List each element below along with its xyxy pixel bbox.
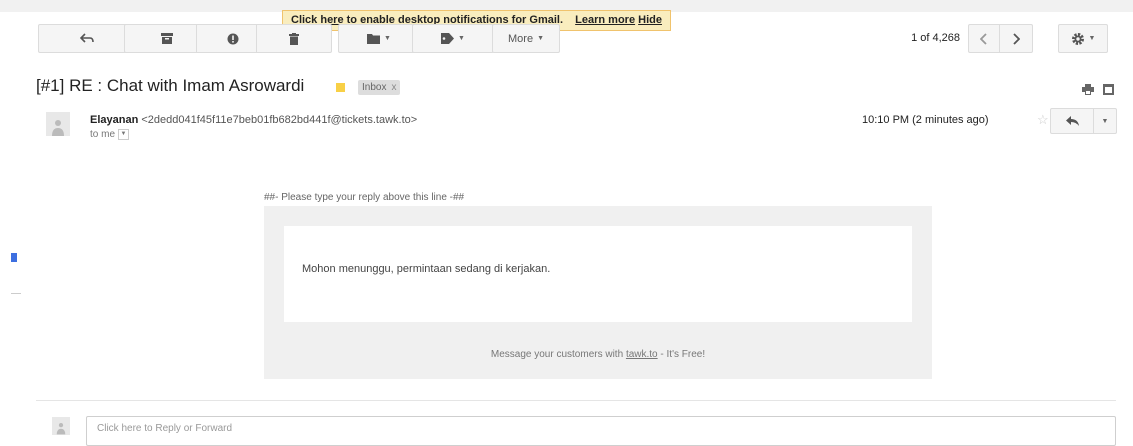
tawkto-link[interactable]: tawk.to [626, 349, 658, 360]
label-tag-icon [441, 33, 455, 44]
subject-row: [#1] RE : Chat with Imam Asrowardi Inbox… [36, 72, 1116, 102]
star-icon[interactable]: ☆ [1037, 112, 1049, 128]
labels-button[interactable]: ▼ [412, 24, 494, 53]
reply-button[interactable] [1050, 108, 1094, 134]
new-window-icon[interactable] [1103, 82, 1114, 100]
more-label: More [508, 32, 534, 45]
trash-icon [289, 32, 299, 45]
archive-icon [161, 33, 173, 44]
settings-button[interactable]: ▼ [1058, 24, 1108, 53]
print-icon[interactable] [1082, 82, 1094, 100]
older-button[interactable] [999, 24, 1033, 53]
sender-line: Elayanan <2dedd041f45f11e7beb01fb682bd44… [90, 114, 417, 126]
message-card-inner: Mohon menunggu, permintaan sedang di ker… [284, 226, 912, 322]
label-chip-text: Inbox [362, 82, 387, 93]
left-divider [11, 293, 21, 294]
card-footer: Message your customers with tawk.to - It… [264, 349, 932, 360]
gear-icon [1071, 32, 1084, 45]
reply-divider [36, 400, 1116, 401]
recipient-line: to me ▼ [90, 129, 130, 141]
footer-prefix: Message your customers with [490, 349, 624, 360]
toolbar: ▼ ▼ More ▼ 1 of 4,268 ▼ [0, 24, 1133, 58]
person-icon [56, 423, 66, 435]
sender-address: <2dedd041f45f11e7beb01fb682bd441f@ticket… [141, 114, 418, 126]
recipient-details-dropdown-icon[interactable]: ▼ [118, 129, 130, 140]
chevron-left-icon [980, 32, 987, 45]
person-icon [52, 120, 64, 136]
back-button[interactable] [38, 24, 136, 53]
reply-forward-box[interactable]: Click here to Reply or Forward [86, 416, 1116, 446]
label-remove-icon[interactable]: x [391, 82, 396, 93]
importance-marker-icon[interactable] [336, 83, 345, 92]
back-arrow-icon [80, 32, 94, 43]
inbox-label-chip[interactable]: Inbox x [358, 80, 401, 95]
chevron-down-icon: ▼ [458, 35, 465, 42]
delete-button[interactable] [256, 24, 332, 53]
move-to-button[interactable]: ▼ [338, 24, 420, 53]
more-button[interactable]: More ▼ [492, 24, 560, 53]
sender-name[interactable]: Elayanan [90, 114, 138, 126]
chevron-down-icon: ▼ [1101, 117, 1109, 125]
chevron-right-icon [1013, 32, 1020, 45]
folder-icon [367, 33, 381, 44]
reply-above-line: ##- Please type your reply above this li… [264, 192, 465, 203]
message-text: Mohon menunggu, permintaan sedang di ker… [302, 263, 551, 275]
recipient-text: to me [90, 129, 116, 141]
chevron-down-icon: ▼ [537, 35, 544, 42]
more-actions-button[interactable]: ▼ [1093, 108, 1117, 134]
reply-avatar [52, 417, 70, 435]
spam-icon [227, 33, 239, 44]
chevron-down-icon: ▼ [1088, 35, 1096, 42]
footer-suffix: - It's Free! [660, 349, 706, 360]
reply-arrow-icon [1065, 116, 1079, 126]
email-subject: [#1] RE : Chat with Imam Asrowardi [36, 76, 305, 95]
left-indicator [11, 253, 17, 262]
message-card: Mohon menunggu, permintaan sedang di ker… [264, 206, 932, 379]
reply-placeholder: Click here to Reply or Forward [97, 423, 233, 434]
newer-button[interactable] [968, 24, 1000, 53]
pager-count: 1 of 4,268 [911, 32, 960, 44]
avatar [46, 112, 70, 136]
chevron-down-icon: ▼ [384, 35, 391, 42]
email-time: 10:10 PM (2 minutes ago) [862, 114, 989, 126]
